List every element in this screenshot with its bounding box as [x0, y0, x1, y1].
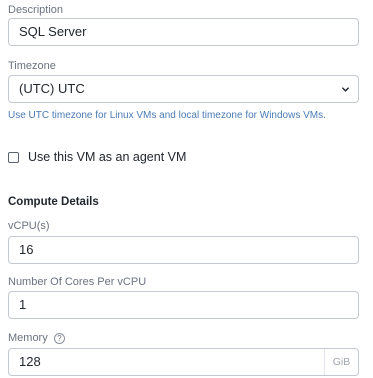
memory-label: Memory ? — [8, 332, 65, 344]
vcpu-input[interactable]: 16 — [8, 236, 359, 264]
help-circle-icon[interactable]: ? — [53, 333, 65, 344]
timezone-label: Timezone — [8, 60, 56, 72]
agent-vm-checkbox[interactable] — [8, 151, 19, 163]
agent-vm-label: Use this VM as an agent VM — [28, 150, 187, 164]
cores-per-vcpu-label: Number Of Cores Per vCPU — [8, 276, 147, 288]
memory-input[interactable]: 128 GiB — [8, 348, 359, 376]
agent-vm-option[interactable]: Use this VM as an agent VM — [8, 150, 186, 164]
description-label: Description — [8, 4, 64, 16]
compute-details-title: Compute Details — [8, 196, 99, 208]
memory-value: 128 — [19, 354, 41, 369]
description-input[interactable]: SQL Server — [8, 18, 359, 46]
cores-per-vcpu-input[interactable]: 1 — [8, 291, 359, 319]
memory-label-text: Memory — [8, 332, 48, 344]
vcpu-label: vCPU(s) — [8, 220, 50, 232]
chevron-down-icon — [342, 86, 349, 92]
timezone-hint: Use UTC timezone for Linux VMs and local… — [8, 110, 326, 121]
timezone-select[interactable]: (UTC) UTC — [8, 75, 359, 103]
memory-unit: GiB — [324, 349, 358, 375]
timezone-selected-value: (UTC) UTC — [19, 81, 85, 96]
